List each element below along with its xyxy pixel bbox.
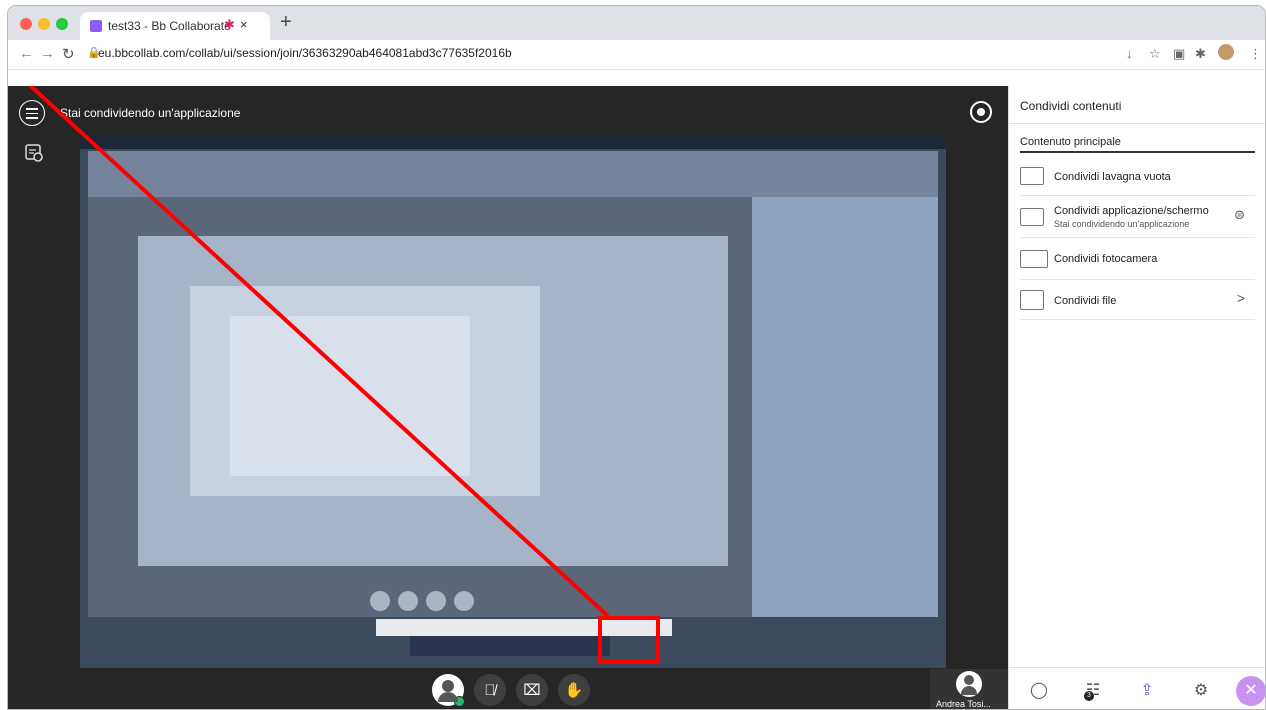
browser-window: test33 - Bb Collaborate ✱ × + ← → ↻ 🔒 eu… [7, 5, 1266, 710]
tab-title: test33 - Bb Collaborate [108, 19, 231, 33]
zoom-window-dot[interactable] [56, 18, 68, 30]
browser-menu-icon[interactable]: ⋮ [1249, 46, 1262, 62]
share-content-panel: Condividi contenuti Contenuto principale… [1008, 86, 1265, 709]
participant-avatar [956, 671, 982, 697]
panel-title: Condividi contenuti [1020, 99, 1122, 113]
participant-name: Andrea Tosi... [936, 699, 991, 709]
collaborate-favicon-icon [90, 20, 102, 32]
option-label: Condividi file [1054, 295, 1117, 307]
panel-navigation: ◯ ☷ 3 ⇪ ⚙ ✕ [1009, 667, 1265, 709]
close-panel-button[interactable]: ✕ [1236, 676, 1265, 706]
file-folder-icon [1020, 290, 1044, 310]
stop-share-icon[interactable]: ⊜ [1234, 207, 1245, 223]
camera-off-button[interactable]: ⌧ [516, 674, 548, 706]
raise-hand-button[interactable]: ✋ [558, 674, 590, 706]
share-content-icon[interactable]: ⇪ [1135, 680, 1159, 702]
option-label: Condividi applicazione/schermo [1054, 205, 1209, 217]
microphone-muted-button[interactable]: 🎙̸ [474, 674, 506, 706]
back-icon[interactable]: ← [19, 45, 34, 62]
panel-header: Condividi contenuti [1009, 86, 1265, 124]
tab-strip: test33 - Bb Collaborate ✱ × + [8, 6, 1265, 40]
session-stage: Stai condividendo un'applicazione 🎙̸ ⌧ ✋… [8, 86, 1008, 709]
browser-tab[interactable]: test33 - Bb Collaborate ✱ × [80, 12, 270, 40]
share-application-option[interactable]: Condividi applicazione/schermo Stai cond… [1020, 196, 1255, 238]
close-tab-icon[interactable]: × [240, 17, 248, 32]
option-sublabel: Stai condividendo un'applicazione [1054, 219, 1190, 229]
address-bar[interactable]: eu.bbcollab.com/collab/ui/session/join/3… [98, 46, 512, 60]
share-whiteboard-option[interactable]: Condividi lavagna vuota [1020, 158, 1255, 196]
annotation-highlight-box [598, 616, 660, 664]
chevron-right-icon: > [1236, 290, 1245, 306]
application-screen-icon [1020, 208, 1044, 226]
chat-icon[interactable]: ◯ [1027, 680, 1051, 702]
reload-icon[interactable]: ↻ [62, 45, 75, 63]
bookmarks-bar [8, 70, 1265, 86]
attendee-count-badge: 3 [1084, 691, 1094, 701]
new-tab-button[interactable]: + [280, 11, 292, 34]
participant-tile[interactable]: Andrea Tosi... [930, 669, 1008, 709]
profile-avatar[interactable] [1218, 44, 1234, 60]
recording-indicator-icon: ✱ [224, 17, 235, 32]
session-controls: 🎙̸ ⌧ ✋ [432, 674, 590, 707]
section-title: Contenuto principale [1020, 136, 1121, 148]
forward-icon[interactable]: → [40, 45, 55, 62]
option-label: Condividi fotocamera [1054, 253, 1158, 265]
cast-icon[interactable]: ▣ [1173, 46, 1185, 62]
download-icon[interactable]: ↓ [1126, 46, 1133, 61]
section-divider [1020, 151, 1255, 153]
bookmark-star-icon[interactable]: ☆ [1149, 46, 1161, 62]
option-label: Condividi lavagna vuota [1054, 171, 1171, 183]
whiteboard-icon [1020, 167, 1044, 185]
extensions-icon[interactable]: ✱ [1195, 46, 1206, 62]
settings-gear-icon[interactable]: ⚙ [1189, 680, 1213, 702]
share-file-option[interactable]: Condividi file > [1020, 280, 1255, 320]
browser-toolbar: ← → ↻ 🔒 eu.bbcollab.com/collab/ui/sessio… [8, 40, 1265, 70]
online-status-icon [454, 696, 465, 707]
annotation-arrow [27, 86, 610, 618]
close-window-dot[interactable] [20, 18, 32, 30]
share-camera-option[interactable]: Condividi fotocamera [1020, 238, 1255, 280]
camera-icon [1020, 250, 1048, 268]
my-status-avatar-button[interactable] [432, 674, 465, 707]
minimize-window-dot[interactable] [38, 18, 50, 30]
